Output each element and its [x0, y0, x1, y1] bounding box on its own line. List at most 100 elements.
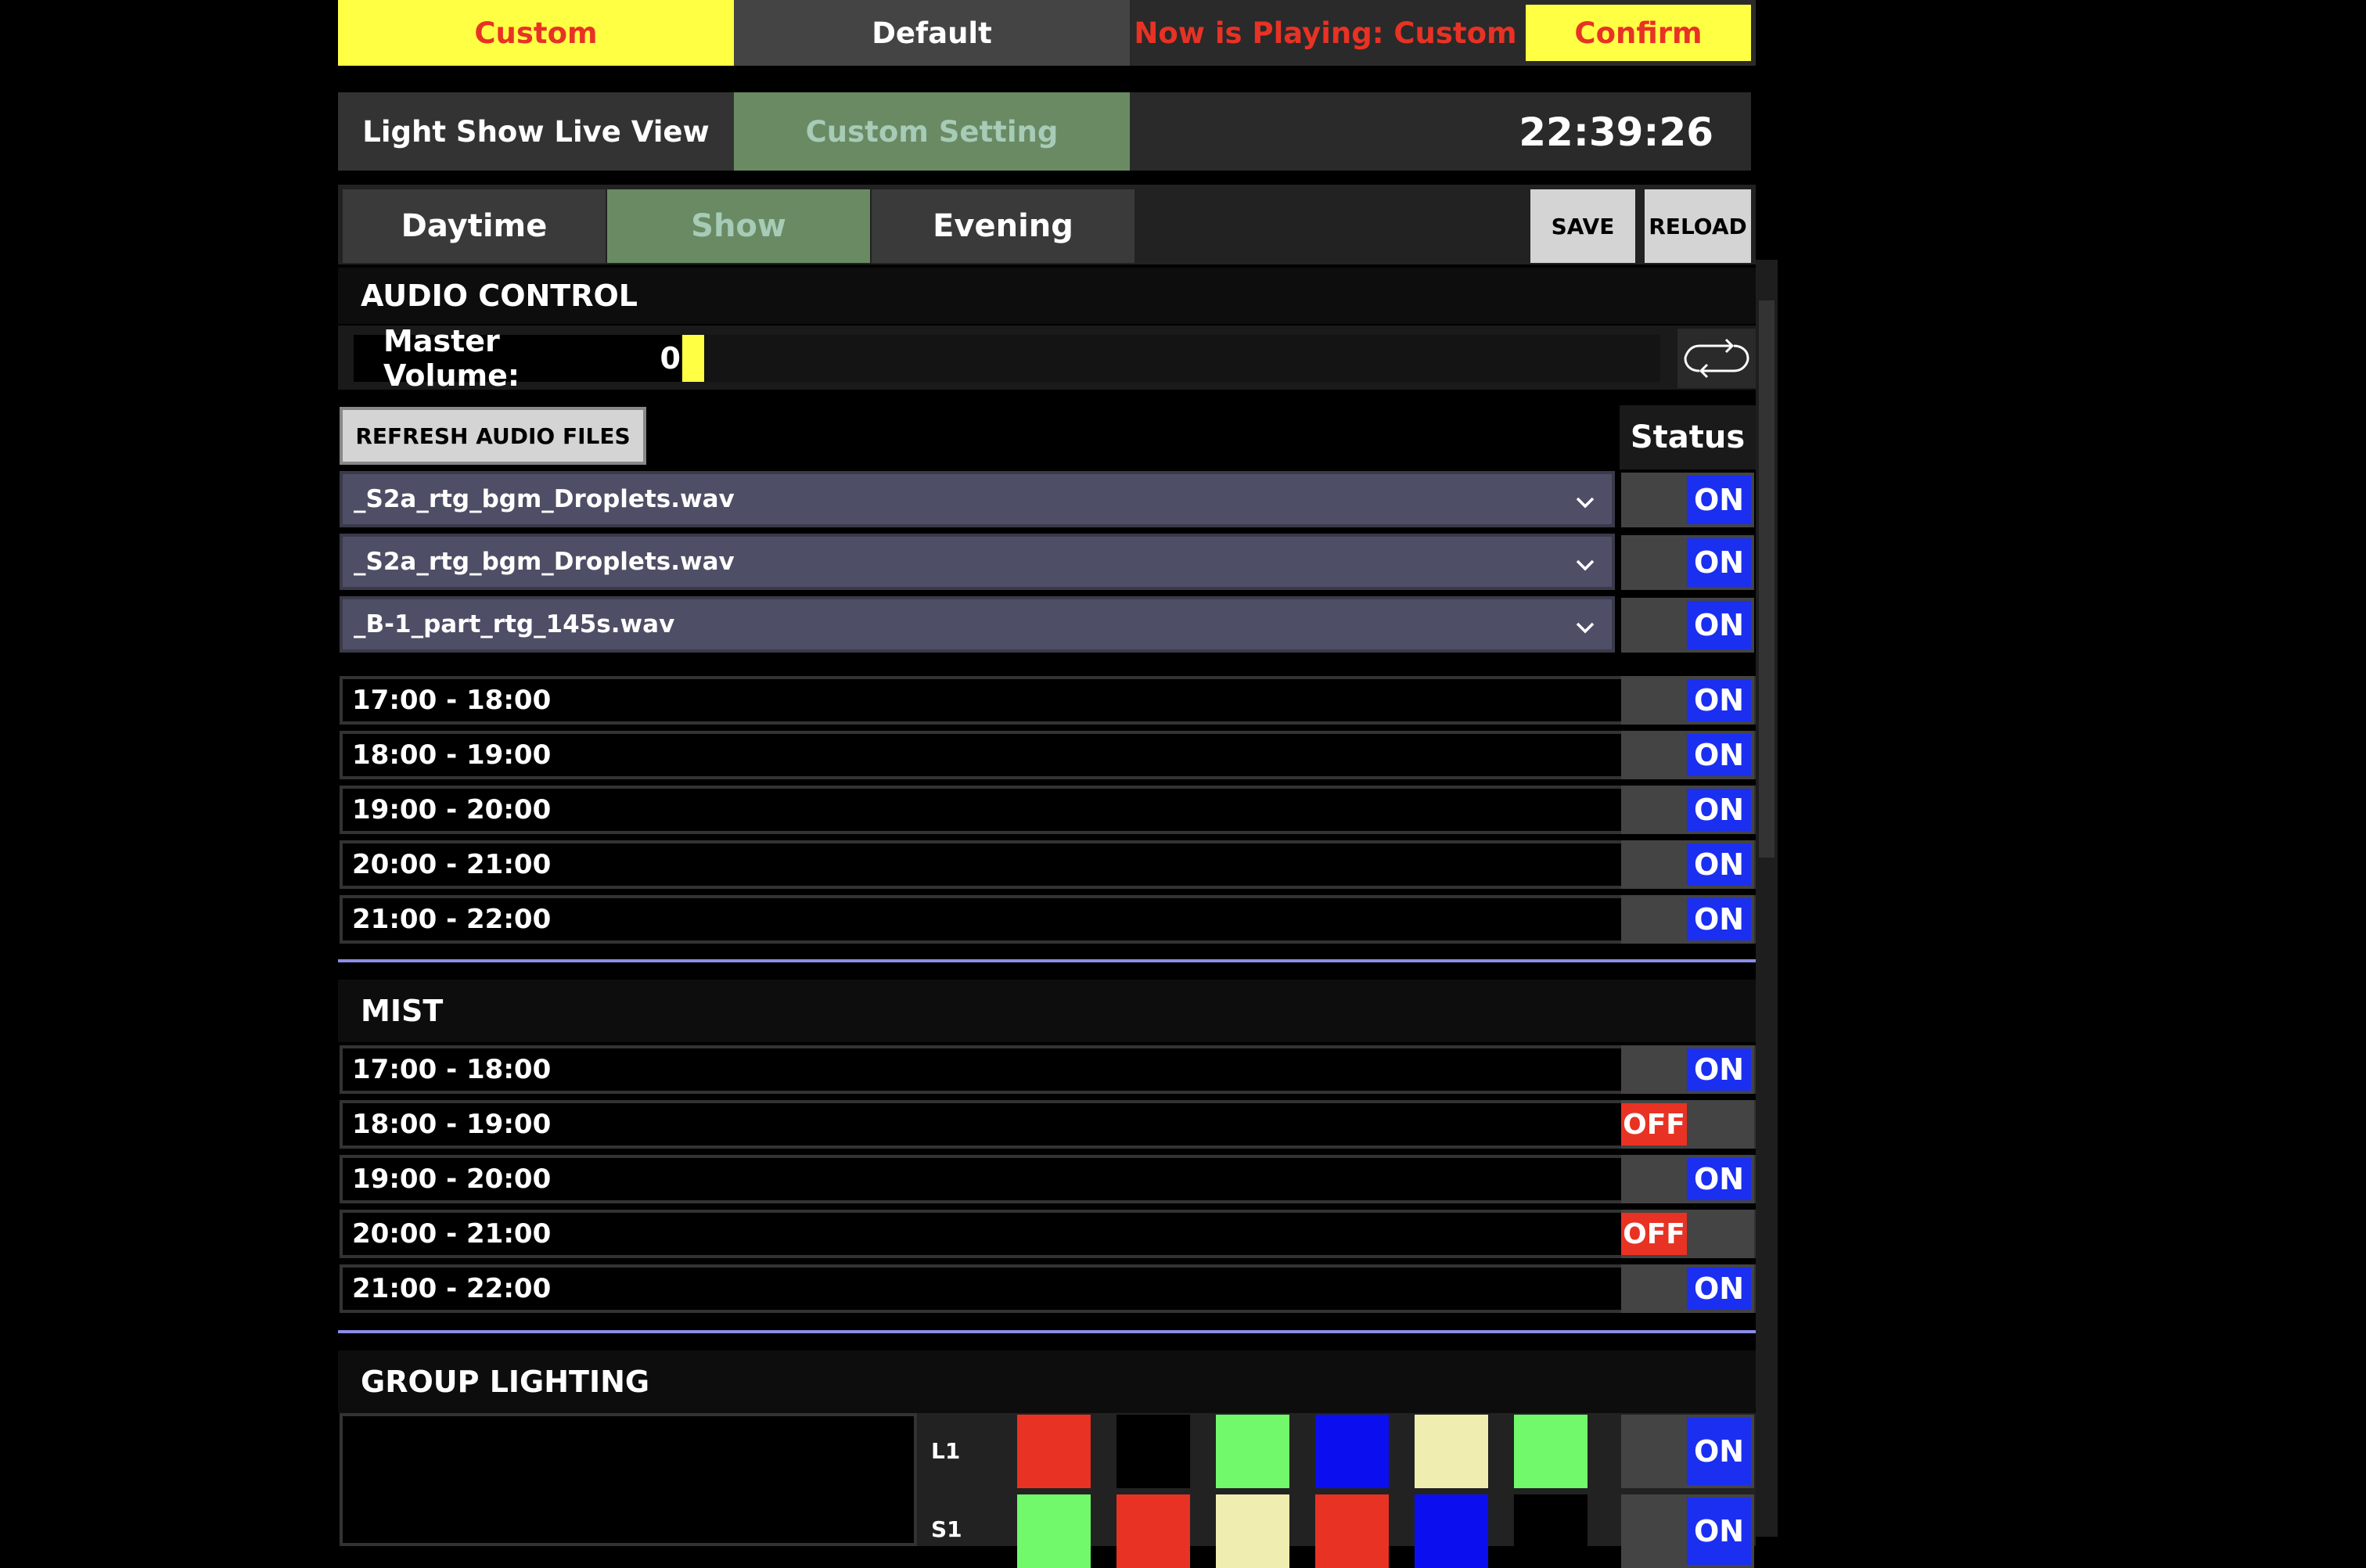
refresh-audio-files-label: REFRESH AUDIO FILES: [355, 423, 631, 449]
mist-heading: MIST: [338, 980, 1756, 1042]
audio-file-status-toggle[interactable]: ON: [1621, 473, 1754, 527]
color-swatch[interactable]: [1116, 1494, 1190, 1568]
color-swatch[interactable]: [1315, 1494, 1389, 1568]
color-swatch[interactable]: [1514, 1494, 1588, 1568]
time-slot-label: 19:00 - 20:00: [352, 1163, 552, 1195]
audio-time-slot: 18:00 - 19:00: [340, 731, 1756, 779]
time-slot-label: 21:00 - 22:00: [352, 1273, 552, 1304]
audio-time-slot: 21:00 - 22:00: [340, 895, 1756, 944]
status-on: ON: [1687, 1498, 1751, 1565]
custom-setting-tab[interactable]: Custom Setting: [734, 92, 1130, 171]
custom-setting-label: Custom Setting: [805, 114, 1059, 149]
master-volume-handle[interactable]: [682, 335, 704, 382]
tab-daytime[interactable]: Daytime: [343, 189, 606, 263]
mist-time-slot: 21:00 - 22:00: [340, 1264, 1756, 1313]
status-on: ON: [1687, 476, 1751, 524]
color-swatch[interactable]: [1216, 1494, 1289, 1568]
live-view-tab[interactable]: Light Show Live View: [338, 92, 734, 171]
status-header-label: Status: [1630, 419, 1746, 455]
master-volume-slider[interactable]: Master Volume: 0: [354, 324, 1660, 393]
tab-show-label: Show: [691, 208, 786, 244]
audio-control-heading: AUDIO CONTROL: [338, 268, 1756, 324]
tab-evening-label: Evening: [933, 208, 1073, 244]
status-on: ON: [1687, 1158, 1751, 1200]
audio-control-title: AUDIO CONTROL: [361, 279, 638, 313]
clock-panel: 22:39:26: [1130, 92, 1751, 171]
time-slot-label: 20:00 - 21:00: [352, 849, 552, 880]
audio-file-name: _B-1_part_rtg_145s.wav: [354, 610, 675, 638]
audio-slot-status-toggle[interactable]: ON: [1621, 786, 1754, 834]
color-swatch[interactable]: [1116, 1415, 1190, 1488]
status-on: ON: [1687, 538, 1751, 587]
status-on: ON: [1687, 601, 1751, 649]
loop-icon: [1684, 338, 1749, 379]
master-volume-text: Master Volume:: [383, 324, 520, 393]
color-swatch[interactable]: [1017, 1415, 1091, 1488]
audio-slot-status-toggle[interactable]: ON: [1621, 895, 1754, 944]
group-lighting-preview: [340, 1413, 917, 1546]
group-lighting-title: GROUP LIGHTING: [361, 1365, 650, 1399]
status-on: ON: [1687, 843, 1751, 886]
save-button[interactable]: SAVE: [1530, 189, 1635, 263]
mist-time-slot: 20:00 - 21:00: [340, 1210, 1756, 1258]
audio-slot-status-toggle[interactable]: ON: [1621, 676, 1754, 725]
status-off: OFF: [1621, 1213, 1687, 1255]
audio-file-status-toggle[interactable]: ON: [1621, 535, 1754, 590]
audio-file-status-toggle[interactable]: ON: [1621, 598, 1754, 653]
time-slot-label: 21:00 - 22:00: [352, 904, 552, 935]
time-slot-label: 17:00 - 18:00: [352, 685, 552, 716]
color-swatch[interactable]: [1017, 1494, 1091, 1568]
color-swatch[interactable]: [1415, 1494, 1488, 1568]
color-swatch[interactable]: [1415, 1415, 1488, 1488]
chevron-down-icon: [1576, 497, 1595, 509]
mist-time-slot: 18:00 - 19:00: [340, 1100, 1756, 1149]
mist-time-slot: 17:00 - 18:00: [340, 1045, 1756, 1094]
clock: 22:39:26: [1519, 110, 1713, 155]
master-volume-value: 0: [660, 341, 681, 376]
time-slot-label: 17:00 - 18:00: [352, 1054, 552, 1085]
default-mode-label: Default: [872, 16, 992, 50]
lighting-status-toggle[interactable]: ON: [1621, 1494, 1754, 1568]
color-swatch[interactable]: [1315, 1415, 1389, 1488]
time-slot-label: 18:00 - 19:00: [352, 739, 552, 771]
confirm-button-face[interactable]: Confirm: [1526, 5, 1751, 61]
status-on: ON: [1687, 789, 1751, 831]
audio-file-select[interactable]: _B-1_part_rtg_145s.wav: [340, 596, 1615, 653]
mist-slot-status-toggle[interactable]: OFF: [1621, 1210, 1754, 1258]
chevron-down-icon: [1576, 559, 1595, 571]
status-off: OFF: [1621, 1103, 1687, 1145]
status-on: ON: [1687, 898, 1751, 940]
refresh-audio-files-button[interactable]: REFRESH AUDIO FILES: [340, 407, 646, 465]
scrollbar-thumb[interactable]: [1759, 300, 1774, 858]
tab-evening[interactable]: Evening: [872, 189, 1134, 263]
default-mode-button[interactable]: Default: [734, 0, 1130, 66]
mist-slot-status-toggle[interactable]: ON: [1621, 1045, 1754, 1094]
audio-file-select[interactable]: _S2a_rtg_bgm_Droplets.wav: [340, 534, 1615, 590]
mist-slot-status-toggle[interactable]: ON: [1621, 1155, 1754, 1203]
mist-slot-status-toggle[interactable]: ON: [1621, 1264, 1754, 1313]
status-header: Status: [1620, 405, 1756, 469]
mist-slot-status-toggle[interactable]: OFF: [1621, 1100, 1754, 1149]
lighting-status-toggle[interactable]: ON: [1621, 1415, 1754, 1488]
reload-label: RELOAD: [1649, 213, 1747, 239]
audio-time-slot: 17:00 - 18:00: [340, 676, 1756, 725]
audio-file-select[interactable]: _S2a_rtg_bgm_Droplets.wav: [340, 471, 1615, 527]
live-view-label: Light Show Live View: [362, 114, 710, 149]
time-slot-label: 19:00 - 20:00: [352, 794, 552, 825]
audio-slot-status-toggle[interactable]: ON: [1621, 731, 1754, 779]
audio-time-slot: 20:00 - 21:00: [340, 840, 1756, 889]
confirm-button[interactable]: Confirm: [1521, 0, 1756, 66]
tab-show[interactable]: Show: [607, 189, 870, 263]
now-playing-text: Now is Playing: Custom: [1134, 16, 1517, 50]
custom-mode-button[interactable]: Custom: [338, 0, 734, 66]
loop-toggle-button[interactable]: [1677, 329, 1756, 388]
audio-slot-status-toggle[interactable]: ON: [1621, 840, 1754, 889]
audio-file-name: _S2a_rtg_bgm_Droplets.wav: [354, 548, 735, 576]
color-swatch[interactable]: [1216, 1415, 1289, 1488]
master-volume-label: Master Volume: 0: [354, 324, 681, 393]
color-swatch[interactable]: [1514, 1415, 1588, 1488]
chevron-down-icon: [1576, 622, 1595, 634]
status-on: ON: [1687, 1048, 1751, 1091]
save-label: SAVE: [1551, 213, 1615, 239]
reload-button[interactable]: RELOAD: [1645, 189, 1751, 263]
